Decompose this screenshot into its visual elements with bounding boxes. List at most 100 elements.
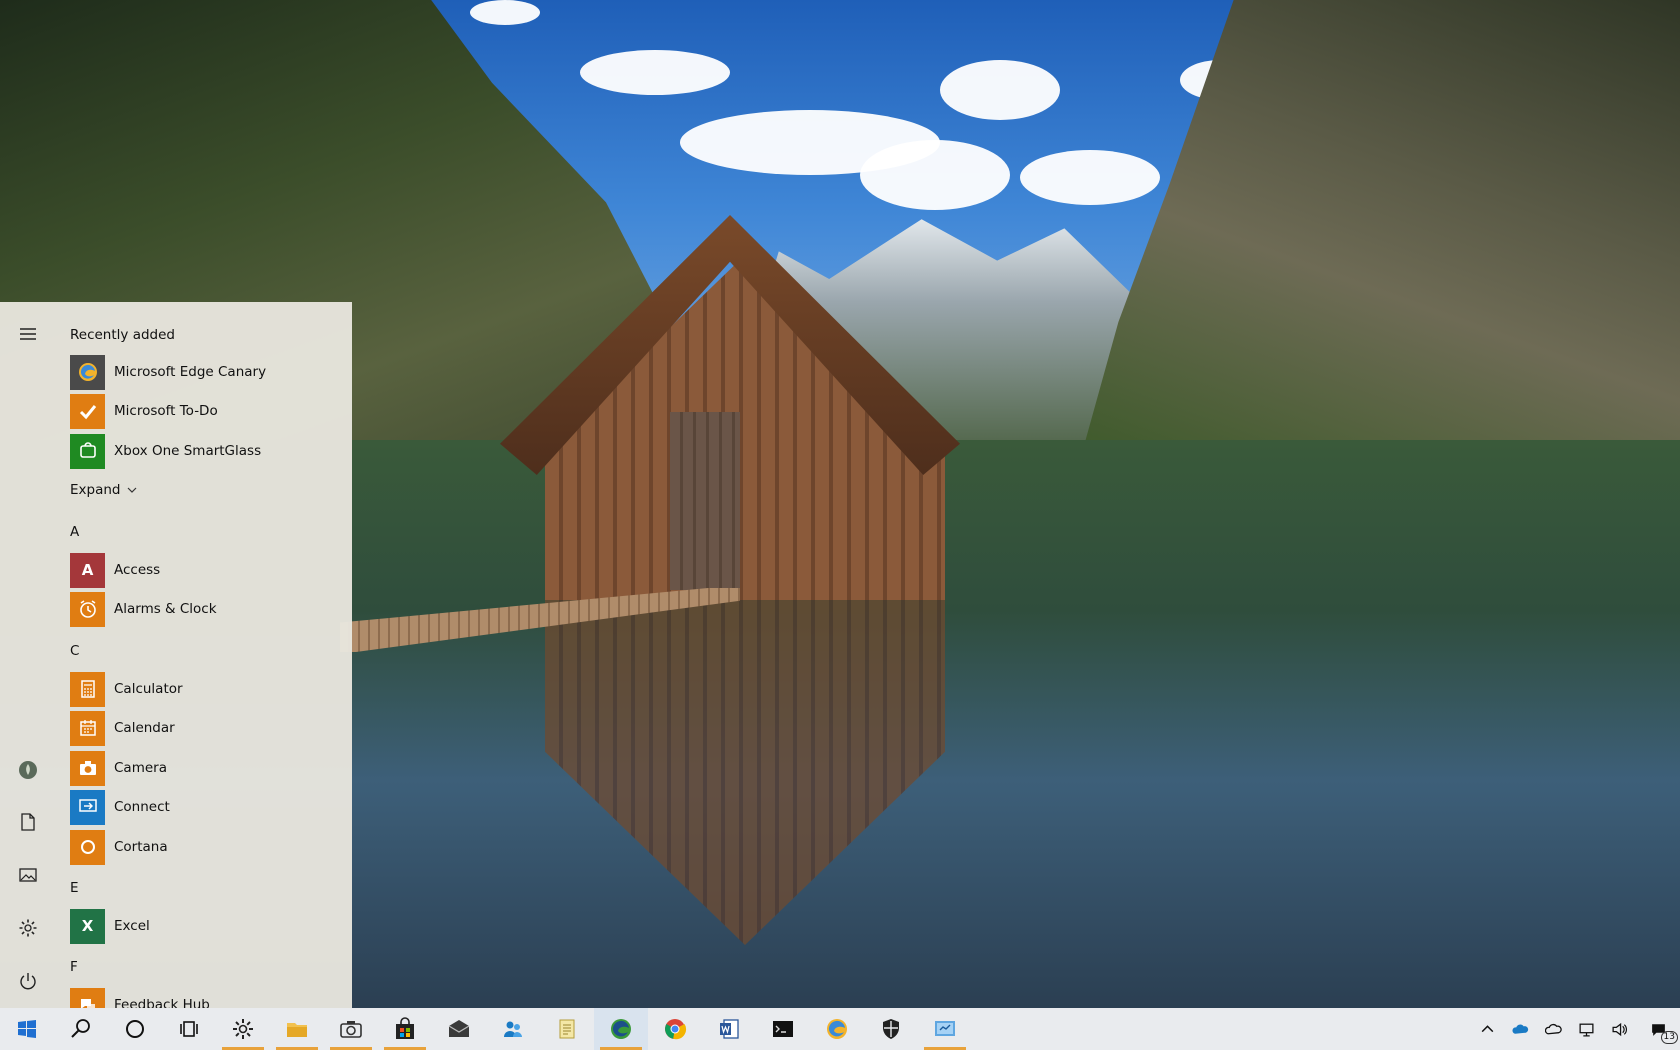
onedrive-button[interactable] bbox=[1504, 1008, 1537, 1050]
camera-taskbar-button[interactable] bbox=[324, 1008, 378, 1050]
edge-canary-icon bbox=[827, 1019, 847, 1039]
access-glyph: A bbox=[81, 561, 94, 579]
show-hidden-icons-button[interactable] bbox=[1471, 1008, 1504, 1050]
taskbar: 13 bbox=[0, 1008, 1680, 1050]
chrome-icon bbox=[665, 1019, 687, 1040]
app-label: Alarms & Clock bbox=[114, 601, 217, 617]
app-item-xbox-one-smartglass[interactable]: Xbox One SmartGlass bbox=[70, 432, 340, 470]
group-header-e[interactable]: E bbox=[70, 880, 79, 896]
app-item-cortana[interactable]: Cortana bbox=[70, 828, 340, 866]
app-item-microsoft-to-do[interactable]: Microsoft To-Do bbox=[70, 392, 340, 430]
group-header-c[interactable]: C bbox=[70, 643, 79, 659]
store-bag-icon bbox=[396, 1017, 414, 1039]
chrome-button[interactable] bbox=[648, 1008, 702, 1050]
documents-button[interactable] bbox=[8, 802, 48, 842]
excel-glyph: X bbox=[81, 917, 94, 935]
user-account-button[interactable] bbox=[8, 750, 48, 790]
settings-taskbar-button[interactable] bbox=[216, 1008, 270, 1050]
expand-button[interactable]: Expand bbox=[70, 482, 137, 498]
onedrive-personal-button[interactable] bbox=[1537, 1008, 1570, 1050]
wallpaper-hut-door bbox=[670, 412, 740, 590]
app-label: Excel bbox=[114, 918, 150, 934]
onedrive-cloud-icon bbox=[1512, 1024, 1529, 1034]
windows-logo-icon bbox=[18, 1020, 36, 1038]
task-view-button[interactable] bbox=[162, 1008, 216, 1050]
app-item-connect[interactable]: Connect bbox=[70, 788, 340, 826]
excel-icon: X bbox=[70, 908, 105, 944]
wallpaper-cloud bbox=[940, 60, 1060, 120]
defender-button[interactable] bbox=[864, 1008, 918, 1050]
network-icon bbox=[1579, 1023, 1594, 1037]
app-label: Connect bbox=[114, 799, 170, 815]
app-item-access[interactable]: A Access bbox=[70, 551, 340, 589]
edge-canary-button[interactable] bbox=[810, 1008, 864, 1050]
app-label: Feedback Hub bbox=[114, 997, 210, 1008]
edge-canary-icon bbox=[70, 354, 105, 390]
app-list: Recently added Microsoft Edge Canary Mic… bbox=[70, 302, 352, 1008]
chevron-down-icon bbox=[127, 487, 136, 493]
expand-label: Expand bbox=[70, 482, 121, 498]
action-center-button[interactable]: 13 bbox=[1636, 1008, 1680, 1050]
search-button[interactable] bbox=[54, 1008, 108, 1050]
app-item-feedback-hub[interactable]: Feedback Hub bbox=[70, 986, 340, 1008]
mail-button[interactable] bbox=[432, 1008, 486, 1050]
start-button[interactable] bbox=[0, 1008, 54, 1050]
group-header-a[interactable]: A bbox=[70, 524, 79, 540]
app-item-calculator[interactable]: Calculator bbox=[70, 670, 340, 708]
app-item-calendar[interactable]: Calendar bbox=[70, 709, 340, 747]
notepad-button[interactable] bbox=[540, 1008, 594, 1050]
edge-dev-button[interactable] bbox=[594, 1008, 648, 1050]
file-explorer-button[interactable] bbox=[270, 1008, 324, 1050]
settings-button[interactable] bbox=[8, 908, 48, 948]
terminal-icon bbox=[773, 1021, 793, 1037]
power-icon bbox=[20, 973, 36, 990]
hamburger-menu-button[interactable] bbox=[8, 314, 48, 354]
avatar-icon bbox=[19, 761, 37, 779]
cortana-ring-icon bbox=[126, 1020, 144, 1038]
terminal-button[interactable] bbox=[756, 1008, 810, 1050]
chevron-up-icon bbox=[1481, 1024, 1494, 1032]
camera-icon bbox=[70, 750, 105, 786]
feedback-button[interactable] bbox=[486, 1008, 540, 1050]
wallpaper-cloud bbox=[470, 0, 540, 25]
cloud-outline-icon bbox=[1545, 1023, 1562, 1034]
task-view-icon bbox=[180, 1021, 198, 1037]
edge-dev-icon bbox=[611, 1019, 631, 1039]
volume-button[interactable] bbox=[1603, 1008, 1636, 1050]
folder-icon bbox=[287, 1023, 307, 1037]
cortana-button[interactable] bbox=[108, 1008, 162, 1050]
speaker-icon bbox=[1612, 1022, 1628, 1036]
smartglass-icon bbox=[70, 433, 105, 469]
shield-icon bbox=[883, 1019, 899, 1039]
app-label: Camera bbox=[114, 760, 167, 776]
search-icon bbox=[71, 1019, 90, 1038]
app-item-alarms-clock[interactable]: Alarms & Clock bbox=[70, 590, 340, 628]
store-button[interactable] bbox=[378, 1008, 432, 1050]
remote-desktop-icon bbox=[935, 1021, 955, 1036]
pictures-button[interactable] bbox=[8, 855, 48, 895]
hamburger-icon bbox=[20, 328, 36, 340]
picture-icon bbox=[19, 868, 37, 882]
start-menu-rail bbox=[0, 302, 56, 1008]
app-label: Xbox One SmartGlass bbox=[114, 443, 262, 459]
access-icon: A bbox=[70, 552, 105, 588]
remote-desktop-button[interactable] bbox=[918, 1008, 972, 1050]
app-label: Calculator bbox=[114, 681, 183, 697]
group-header-f[interactable]: F bbox=[70, 959, 78, 975]
feedback-hub-icon bbox=[70, 987, 105, 1008]
network-button[interactable] bbox=[1570, 1008, 1603, 1050]
start-menu: Recently added Microsoft Edge Canary Mic… bbox=[0, 302, 352, 1008]
word-button[interactable] bbox=[702, 1008, 756, 1050]
app-item-microsoft-edge-canary[interactable]: Microsoft Edge Canary bbox=[70, 353, 340, 391]
app-item-camera[interactable]: Camera bbox=[70, 749, 340, 787]
camera-icon bbox=[340, 1021, 362, 1038]
gear-icon bbox=[233, 1019, 253, 1039]
people-icon bbox=[504, 1021, 522, 1037]
alarm-clock-icon bbox=[70, 591, 105, 627]
app-item-excel[interactable]: X Excel bbox=[70, 907, 340, 945]
cortana-icon bbox=[70, 829, 105, 865]
wallpaper-cloud bbox=[580, 50, 730, 95]
recently-added-header: Recently added bbox=[70, 327, 175, 343]
mail-icon bbox=[448, 1020, 470, 1037]
power-button[interactable] bbox=[8, 961, 48, 1001]
